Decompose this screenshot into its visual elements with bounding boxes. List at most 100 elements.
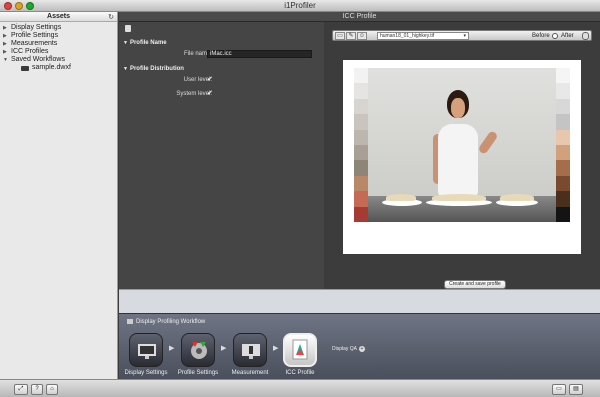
- disclosure-triangle-icon[interactable]: ▶: [3, 40, 11, 48]
- preview-image-frame: Create and save profile: [343, 60, 581, 289]
- disclosure-triangle-icon[interactable]: ▶: [3, 32, 11, 40]
- image-select-value: human18_01_highkey.tif: [380, 33, 435, 39]
- icc-profile-icon: [292, 339, 308, 360]
- image-select[interactable]: human18_01_highkey.tif ▾: [377, 32, 469, 40]
- step-arrow-icon: ▶: [273, 345, 279, 352]
- color-swatch: [354, 114, 368, 130]
- color-swatch: [556, 160, 570, 176]
- tree-item-icc-profiles[interactable]: ▶ ICC Profiles: [3, 48, 117, 56]
- color-swatch: [354, 206, 368, 222]
- disclosure-triangle-expanded-icon[interactable]: ▼: [3, 56, 11, 64]
- mode-toggle-icon[interactable]: ▭: [552, 384, 566, 395]
- pencil-icon[interactable]: ✎: [346, 32, 356, 40]
- assets-tree: ▶ Display Settings ▶ Profile Settings ▶ …: [0, 22, 117, 72]
- assets-header: Assets ↻: [0, 12, 117, 22]
- profile-name-section[interactable]: ▼ Profile Name: [123, 40, 167, 46]
- food-left: [386, 194, 416, 201]
- color-swatch: [556, 145, 570, 161]
- zoom-stepper[interactable]: [582, 32, 589, 40]
- food-center: [432, 194, 486, 201]
- tree-item-label: Saved Workflows: [11, 56, 65, 63]
- settings-panel: ▼ Profile Name File name: iMac.icc ▼ Profi…: [119, 22, 324, 289]
- swatch-strip-right: [556, 68, 570, 222]
- step-label-display-settings: Display Settings: [124, 370, 168, 376]
- create-and-save-profile-button[interactable]: Create and save profile: [444, 280, 506, 289]
- tree-item-label: Measurements: [11, 40, 58, 47]
- document-icon[interactable]: [125, 25, 131, 32]
- before-label: Before: [532, 33, 550, 39]
- color-swatch: [556, 98, 570, 115]
- step-profile-settings[interactable]: [181, 333, 215, 367]
- workflow-title-text: Display Profiling Workflow: [136, 319, 206, 326]
- color-swatch: [556, 68, 570, 84]
- swatch-strip-left: [354, 68, 368, 222]
- tree-item-display-settings[interactable]: ▶ Display Settings: [3, 24, 117, 32]
- color-swatch: [354, 83, 368, 99]
- woman-face: [451, 98, 465, 118]
- color-swatch: [556, 175, 570, 192]
- help-icon[interactable]: ?: [31, 384, 43, 395]
- profile-distribution-section[interactable]: ▼ Profile Distribution: [123, 66, 184, 72]
- home-icon[interactable]: ⌂: [46, 384, 58, 395]
- after-label: After: [561, 33, 574, 39]
- tree-item-label: ICC Profiles: [11, 48, 49, 55]
- step-icc-profile[interactable]: [283, 333, 317, 367]
- tree-item-profile-settings[interactable]: ▶ Profile Settings: [3, 32, 117, 40]
- step-display-settings[interactable]: [129, 333, 163, 367]
- display-qa-label: Display QA: [332, 346, 358, 352]
- page-title: ICC Profile: [119, 12, 600, 22]
- tree-item-label: Profile Settings: [11, 32, 59, 39]
- profile-distribution-heading: Profile Distribution: [129, 66, 184, 72]
- color-swatch: [556, 83, 570, 99]
- workflow-icon: [127, 319, 133, 324]
- add-icon[interactable]: +: [359, 346, 366, 352]
- chevron-down-icon: ▾: [463, 33, 466, 39]
- color-swatch: [354, 160, 368, 176]
- tree-item-saved-workflows[interactable]: ▼ Saved Workflows: [3, 56, 117, 64]
- step-label-profile-settings: Profile Settings: [177, 370, 219, 376]
- color-swatch: [354, 68, 368, 84]
- before-radio[interactable]: [552, 33, 558, 39]
- color-swatch: [556, 129, 570, 146]
- preview-toolbar: ▭ ✎ ☺ human18_01_highkey.tif ▾ Before Af…: [332, 30, 592, 41]
- file-name-field[interactable]: iMac.icc: [207, 50, 312, 58]
- single-view-icon[interactable]: ▭: [335, 32, 345, 40]
- profile-name-heading: Profile Name: [129, 40, 167, 46]
- measurement-icon: [242, 344, 260, 359]
- assets-sidebar: Assets ↻ ▶ Display Settings ▶ Profile Se…: [0, 12, 118, 379]
- woman-right-arm: [477, 130, 499, 155]
- saved-workflow-file[interactable]: sample.dwxf: [3, 64, 117, 72]
- advanced-mode-icon[interactable]: ▤: [569, 384, 583, 395]
- section-expanded-icon: ▼: [123, 66, 128, 72]
- tree-item-label: Display Settings: [11, 24, 62, 31]
- workflow-file-icon: [21, 65, 29, 71]
- food-right: [500, 194, 534, 201]
- display-qa-link[interactable]: Display QA +: [332, 346, 366, 352]
- person-icon[interactable]: ☺: [357, 32, 367, 40]
- color-swatch: [354, 129, 368, 146]
- color-swatch: [556, 206, 570, 222]
- step-measurement[interactable]: [233, 333, 267, 367]
- disclosure-triangle-icon[interactable]: ▶: [3, 24, 11, 32]
- disclosure-triangle-icon[interactable]: ▶: [3, 48, 11, 56]
- step-label-icc-profile: ICC Profile: [285, 370, 315, 376]
- tree-item-measurements[interactable]: ▶ Measurements: [3, 40, 117, 48]
- step-arrow-icon: ▶: [169, 345, 175, 352]
- woman-torso: [438, 124, 478, 196]
- preview-panel: ▭ ✎ ☺ human18_01_highkey.tif ▾ Before Af…: [324, 22, 600, 289]
- preview-image: [354, 68, 570, 222]
- workflow-title: Display Profiling Workflow: [127, 319, 205, 325]
- workflow-panel: Display Profiling Workflow Display Setti…: [119, 313, 600, 379]
- status-band: [119, 289, 600, 313]
- saved-workflow-file-label: sample.dwxf: [32, 64, 71, 71]
- user-level-checkbox[interactable]: ✔: [207, 76, 214, 83]
- color-swatch: [354, 175, 368, 192]
- step-arrow-icon: ▶: [221, 345, 227, 352]
- fullscreen-icon[interactable]: ⤢: [14, 384, 28, 395]
- system-level-checkbox[interactable]: ✔: [207, 90, 214, 97]
- refresh-icon[interactable]: ↻: [108, 13, 114, 21]
- section-expanded-icon: ▼: [123, 40, 128, 46]
- display-settings-icon: [138, 344, 156, 359]
- bottom-toolbar: ⤢ ? ⌂ ▭ ▤: [0, 379, 600, 397]
- assets-title: Assets: [47, 13, 70, 20]
